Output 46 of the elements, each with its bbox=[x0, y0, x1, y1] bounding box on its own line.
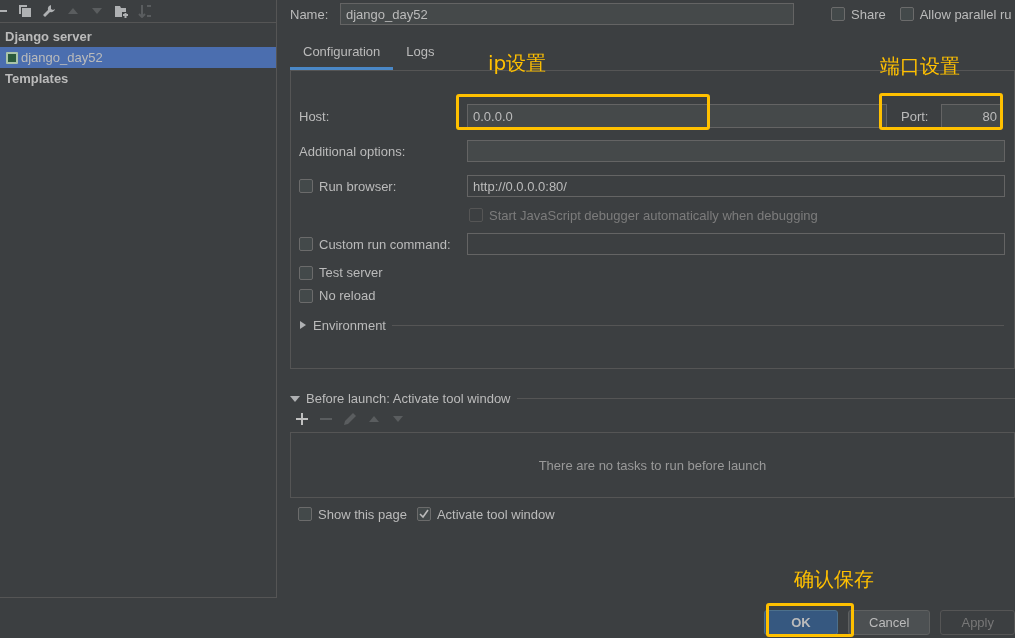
custom-command-field[interactable] bbox=[467, 233, 1005, 255]
checkbox[interactable] bbox=[299, 288, 313, 303]
checkbox[interactable] bbox=[899, 7, 914, 21]
annotation-label: 端口设置 bbox=[880, 53, 960, 80]
checkbox-label[interactable]: Show this page bbox=[318, 506, 407, 522]
checkbox[interactable] bbox=[299, 237, 313, 251]
port-field[interactable]: 80 bbox=[941, 104, 1003, 128]
section-title[interactable]: Before launch: Activate tool window bbox=[306, 391, 511, 406]
tree-group[interactable]: Django server bbox=[0, 26, 276, 47]
additional-options-field[interactable] bbox=[467, 140, 1005, 162]
empty-message: There are no tasks to run before launch bbox=[538, 457, 767, 473]
host-label: Host: bbox=[299, 108, 331, 124]
checkbox[interactable] bbox=[831, 7, 845, 21]
checkbox[interactable] bbox=[416, 507, 431, 521]
name-field[interactable]: django_day52 bbox=[340, 3, 794, 25]
django-icon bbox=[6, 51, 18, 64]
pencil-icon[interactable] bbox=[343, 412, 357, 426]
checkbox-label[interactable]: Test server bbox=[319, 265, 383, 280]
environment-label[interactable]: Environment bbox=[313, 317, 386, 333]
checkbox-label[interactable]: No reload bbox=[319, 288, 376, 303]
copy-icon[interactable] bbox=[18, 4, 32, 18]
checkbox[interactable] bbox=[299, 179, 313, 193]
host-field[interactable]: 0.0.0.0 bbox=[467, 104, 887, 128]
expand-triangle-icon[interactable] bbox=[290, 394, 300, 403]
checkbox-label[interactable]: Custom run command: bbox=[319, 236, 451, 252]
wrench-icon[interactable] bbox=[42, 4, 56, 18]
add-icon[interactable] bbox=[295, 412, 309, 426]
annotation-label: ip设置 bbox=[488, 50, 547, 77]
annotation-label: 确认保存 bbox=[794, 566, 874, 593]
checkbox[interactable] bbox=[299, 265, 313, 280]
folder-plus-icon[interactable] bbox=[114, 4, 128, 18]
checkbox[interactable] bbox=[298, 507, 312, 521]
tree-group[interactable]: Templates bbox=[0, 68, 276, 89]
additional-options-label: Additional options: bbox=[299, 143, 407, 159]
tab[interactable]: Configuration bbox=[290, 40, 394, 70]
port-label: Port: bbox=[901, 108, 930, 124]
expand-triangle-icon[interactable] bbox=[299, 320, 307, 330]
checkbox-label[interactable]: Allow parallel ru bbox=[919, 6, 1012, 22]
checkbox-label[interactable]: Share bbox=[851, 6, 886, 22]
checkbox-label[interactable]: Activate tool window bbox=[436, 506, 555, 522]
url-field[interactable]: http://0.0.0.0:80/ bbox=[467, 175, 1005, 197]
name-label: Name: bbox=[290, 6, 330, 22]
dialog-button[interactable]: Cancel bbox=[848, 610, 931, 635]
checkbox-label[interactable]: Run browser: bbox=[319, 178, 397, 194]
tab[interactable]: Logs bbox=[393, 40, 448, 70]
sort-icon[interactable] bbox=[138, 4, 152, 18]
